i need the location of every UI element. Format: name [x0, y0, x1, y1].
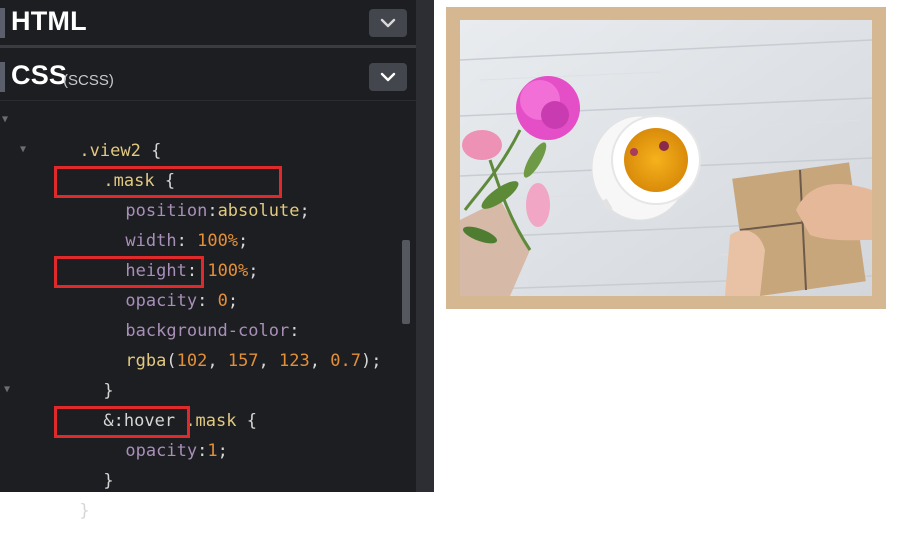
code-line: width: 100%; [64, 196, 248, 251]
html-panel-title: HTML [11, 6, 87, 36]
paren: ( [166, 351, 177, 371]
chevron-down-icon [380, 72, 396, 82]
preview-image[interactable] [460, 20, 872, 296]
colon: : [197, 441, 208, 461]
css-collapse-button[interactable] [369, 63, 407, 91]
css-panel-header[interactable]: CSS (SCSS) [0, 54, 416, 101]
code-line: &:hover .mask { [42, 376, 257, 431]
fold-triangle-icon[interactable]: ▼ [2, 114, 8, 125]
semicolon: ; [248, 261, 259, 281]
value: 123 [279, 351, 310, 371]
html-collapse-button[interactable] [369, 9, 407, 37]
value: 1 [207, 441, 218, 461]
value: 157 [227, 351, 259, 371]
css-code-area[interactable]: ▼ .view2 { ▼ .mask { position:absolute; … [0, 104, 416, 521]
highlight-box-opacity [54, 256, 204, 288]
fold-triangle-icon[interactable]: ▼ [20, 144, 26, 155]
property: opacity [125, 441, 198, 461]
function-name: rgba [125, 351, 167, 371]
css-panel-title: CSS [11, 60, 68, 90]
semicolon: ; [217, 441, 228, 461]
code-line: .view2 { [18, 106, 161, 161]
fold-triangle-icon[interactable]: ▼ [4, 384, 10, 395]
code-line: .mask { [42, 136, 175, 191]
code-line: height: 100%; [64, 226, 258, 281]
comma: , [309, 351, 331, 371]
chevron-down-icon [380, 18, 396, 28]
highlight-box-hover-opacity [54, 406, 190, 438]
css-panel-preprocessor: (SCSS) [63, 72, 114, 89]
html-panel-header[interactable]: HTML [0, 0, 416, 48]
brace: } [79, 501, 90, 521]
comma: , [258, 351, 280, 371]
brace: } [103, 471, 114, 491]
paren: ); [360, 351, 382, 371]
code-line: rgba(102, 157, 123, 0.7); [64, 316, 381, 371]
vertical-scrollbar[interactable] [402, 240, 410, 324]
brace: { [236, 411, 257, 431]
comma: , [207, 351, 228, 371]
panel-drag-handle[interactable] [0, 62, 5, 92]
highlight-box-position [54, 166, 282, 198]
tea-flowers-photo [460, 20, 872, 296]
semicolon: ; [299, 201, 310, 221]
code-line: background-color: [64, 286, 299, 341]
panel-drag-handle[interactable] [0, 8, 5, 38]
code-line: } [42, 436, 113, 491]
value: 0.7 [330, 351, 361, 371]
resize-gutter[interactable] [416, 0, 434, 492]
code-line: } [42, 346, 113, 401]
code-editor: HTML CSS (SCSS) ▼ .view2 { ▼ .mask { pos… [0, 0, 434, 521]
value: 102 [176, 351, 208, 371]
